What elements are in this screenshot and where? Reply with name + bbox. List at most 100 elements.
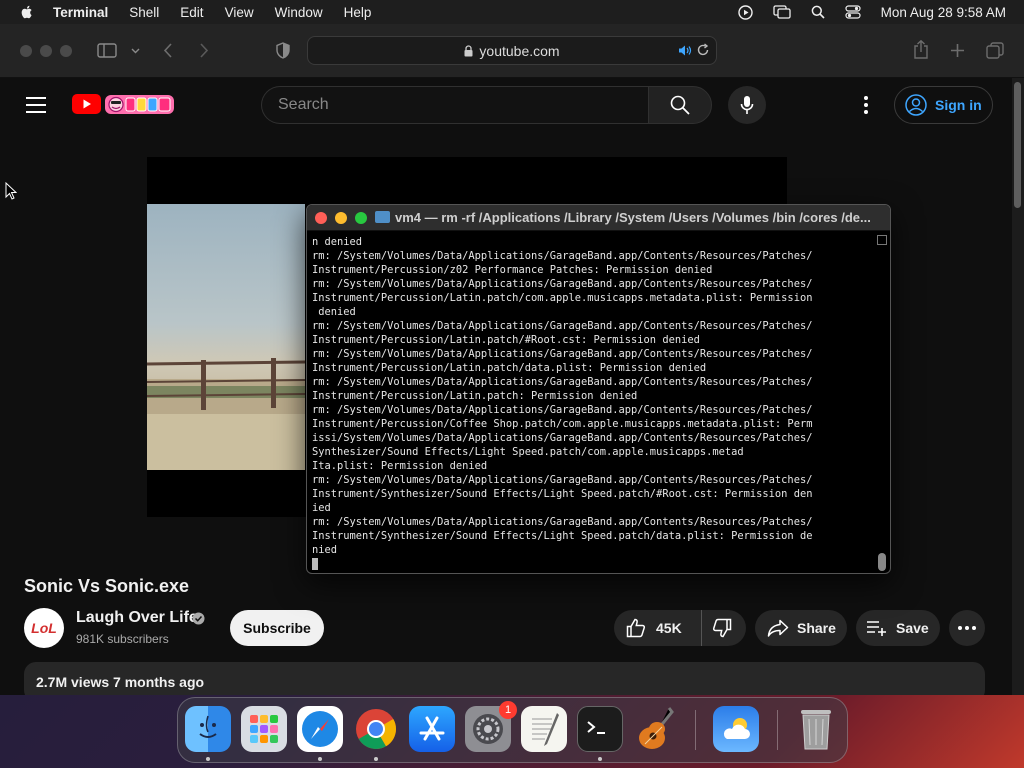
new-tab-icon[interactable] bbox=[950, 43, 965, 58]
app-store-icon[interactable] bbox=[409, 706, 455, 752]
terminal-line: Instrument/Synthesizer/Sound Effects/Lig… bbox=[312, 530, 813, 542]
youtube-logo[interactable] bbox=[72, 92, 176, 116]
chevron-down-icon[interactable] bbox=[131, 48, 140, 54]
url-text: youtube.com bbox=[479, 42, 560, 59]
terminal-line: Instrument/Percussion/Latin.patch/data.p… bbox=[312, 362, 707, 374]
menu-edit[interactable]: Edit bbox=[180, 5, 203, 20]
dock-separator bbox=[695, 710, 696, 750]
menu-clock[interactable]: Mon Aug 28 9:58 AM bbox=[881, 5, 1006, 20]
more-actions-button[interactable] bbox=[949, 610, 985, 646]
trash-icon[interactable] bbox=[793, 706, 839, 752]
terminal-running-indicator bbox=[598, 757, 602, 761]
terminal-line: rm: /System/Volumes/Data/Applications/Ga… bbox=[312, 278, 813, 290]
dock: 1 bbox=[177, 697, 848, 763]
terminal-icon[interactable] bbox=[577, 706, 623, 752]
privacy-shield-icon[interactable] bbox=[276, 42, 290, 59]
sign-in-label: Sign in bbox=[935, 97, 982, 113]
terminal-line: rm: /System/Volumes/Data/Applications/Ga… bbox=[312, 348, 813, 360]
terminal-line: rm: /System/Volumes/Data/Applications/Ga… bbox=[312, 404, 813, 416]
sidebar-icon[interactable] bbox=[97, 43, 117, 58]
chrome-icon[interactable] bbox=[353, 706, 399, 752]
safari-icon[interactable] bbox=[297, 706, 343, 752]
terminal-window[interactable]: vm4 — rm -rf /Applications /Library /Sys… bbox=[306, 204, 891, 574]
terminal-cursor bbox=[312, 558, 318, 570]
terminal-line: n denied bbox=[312, 236, 363, 248]
tab-overview-icon[interactable] bbox=[986, 42, 1004, 59]
screen-mirroring-icon[interactable] bbox=[773, 5, 791, 19]
menu-shell[interactable]: Shell bbox=[129, 5, 159, 20]
search-input[interactable]: Search bbox=[261, 86, 649, 124]
reload-icon[interactable] bbox=[696, 43, 710, 57]
address-bar[interactable]: youtube.com bbox=[307, 36, 717, 65]
back-icon[interactable] bbox=[163, 43, 173, 58]
share-button[interactable]: Share bbox=[755, 610, 847, 646]
weather-icon[interactable] bbox=[713, 706, 759, 752]
menu-hamburger-icon[interactable] bbox=[26, 97, 46, 118]
window-zoom-button[interactable] bbox=[60, 45, 72, 57]
search-button[interactable] bbox=[648, 86, 712, 124]
terminal-scrollbar[interactable] bbox=[877, 235, 887, 571]
garageband-icon[interactable] bbox=[633, 706, 679, 752]
mouse-pointer-icon bbox=[5, 182, 17, 200]
forward-icon[interactable] bbox=[199, 43, 209, 58]
view-count-date: 2.7M views 7 months ago bbox=[36, 674, 205, 690]
subscriber-count: 981K subscribers bbox=[76, 632, 169, 646]
terminal-line: Instrument/Percussion/Latin.patch: Permi… bbox=[312, 390, 638, 402]
folder-icon bbox=[375, 211, 390, 223]
dock-separator-2 bbox=[777, 710, 778, 750]
launchpad-icon[interactable] bbox=[241, 706, 287, 752]
menu-window[interactable]: Window bbox=[275, 5, 323, 20]
terminal-line: Instrument/Percussion/z02 Performance Pa… bbox=[312, 264, 713, 276]
menu-view[interactable]: View bbox=[225, 5, 254, 20]
terminal-line: Instrument/Synthesizer/Sound Effects/Lig… bbox=[312, 488, 813, 500]
terminal-scrollbar-thumb[interactable] bbox=[878, 553, 886, 571]
terminal-line: Ita.plist: Permission denied bbox=[312, 460, 488, 472]
apple-icon[interactable] bbox=[19, 4, 35, 20]
video-frame bbox=[147, 204, 305, 470]
finder-icon[interactable] bbox=[185, 706, 231, 752]
window-minimize-button[interactable] bbox=[40, 45, 52, 57]
channel-name[interactable]: Laugh Over Life bbox=[76, 609, 198, 627]
share-sheet-icon[interactable] bbox=[913, 40, 929, 59]
spotlight-search-icon[interactable] bbox=[811, 5, 825, 19]
share-label: Share bbox=[797, 620, 836, 636]
dislike-button[interactable] bbox=[702, 618, 732, 638]
search-icon bbox=[670, 95, 690, 115]
account-icon bbox=[905, 94, 927, 116]
subscribe-button[interactable]: Subscribe bbox=[230, 610, 324, 646]
like-dislike-group: 45K bbox=[614, 610, 746, 646]
channel-avatar[interactable]: LoL bbox=[24, 608, 64, 648]
terminal-close-button[interactable] bbox=[315, 212, 327, 224]
terminal-output[interactable]: n denied rm: /System/Volumes/Data/Applica… bbox=[312, 235, 876, 571]
page-scrollbar[interactable] bbox=[1012, 78, 1024, 695]
system-settings-icon[interactable]: 1 bbox=[465, 701, 517, 752]
terminal-scroll-top-icon bbox=[877, 235, 887, 245]
window-close-button[interactable] bbox=[20, 45, 32, 57]
terminal-titlebar[interactable]: vm4 — rm -rf /Applications /Library /Sys… bbox=[307, 205, 890, 231]
terminal-line: rm: /System/Volumes/Data/Applications/Ga… bbox=[312, 320, 813, 332]
terminal-line: Instrument/Percussion/Latin.patch/#Root.… bbox=[312, 334, 700, 346]
speaker-icon[interactable] bbox=[678, 44, 692, 57]
terminal-line: rm: /System/Volumes/Data/Applications/Ga… bbox=[312, 474, 813, 486]
settings-more-icon[interactable] bbox=[858, 92, 874, 118]
terminal-cursor-line bbox=[312, 557, 876, 571]
thumbs-down-icon bbox=[712, 618, 732, 638]
terminal-line: Synthesizer/Sound Effects/Light Speed.pa… bbox=[312, 446, 744, 458]
menu-help[interactable]: Help bbox=[344, 5, 372, 20]
like-button[interactable]: 45K bbox=[614, 610, 702, 646]
terminal-line: rm: /System/Volumes/Data/Applications/Ga… bbox=[312, 376, 813, 388]
terminal-minimize-button[interactable] bbox=[335, 212, 347, 224]
control-center-icon[interactable] bbox=[845, 5, 861, 19]
play-circle-icon[interactable] bbox=[737, 4, 753, 20]
description-box[interactable]: 2.7M views 7 months ago bbox=[24, 662, 985, 695]
page-scrollbar-thumb[interactable] bbox=[1014, 82, 1021, 208]
sign-in-button[interactable]: Sign in bbox=[894, 86, 993, 124]
save-button[interactable]: Save bbox=[856, 610, 940, 646]
browser-toolbar: youtube.com bbox=[0, 24, 1024, 78]
menu-bar: Terminal Shell Edit View Window Help Mon… bbox=[0, 0, 1024, 24]
voice-search-button[interactable] bbox=[728, 86, 766, 124]
terminal-zoom-button[interactable] bbox=[355, 212, 367, 224]
terminal-line: nied bbox=[312, 544, 338, 556]
menu-app-name[interactable]: Terminal bbox=[53, 5, 108, 20]
textedit-icon[interactable] bbox=[521, 706, 567, 752]
